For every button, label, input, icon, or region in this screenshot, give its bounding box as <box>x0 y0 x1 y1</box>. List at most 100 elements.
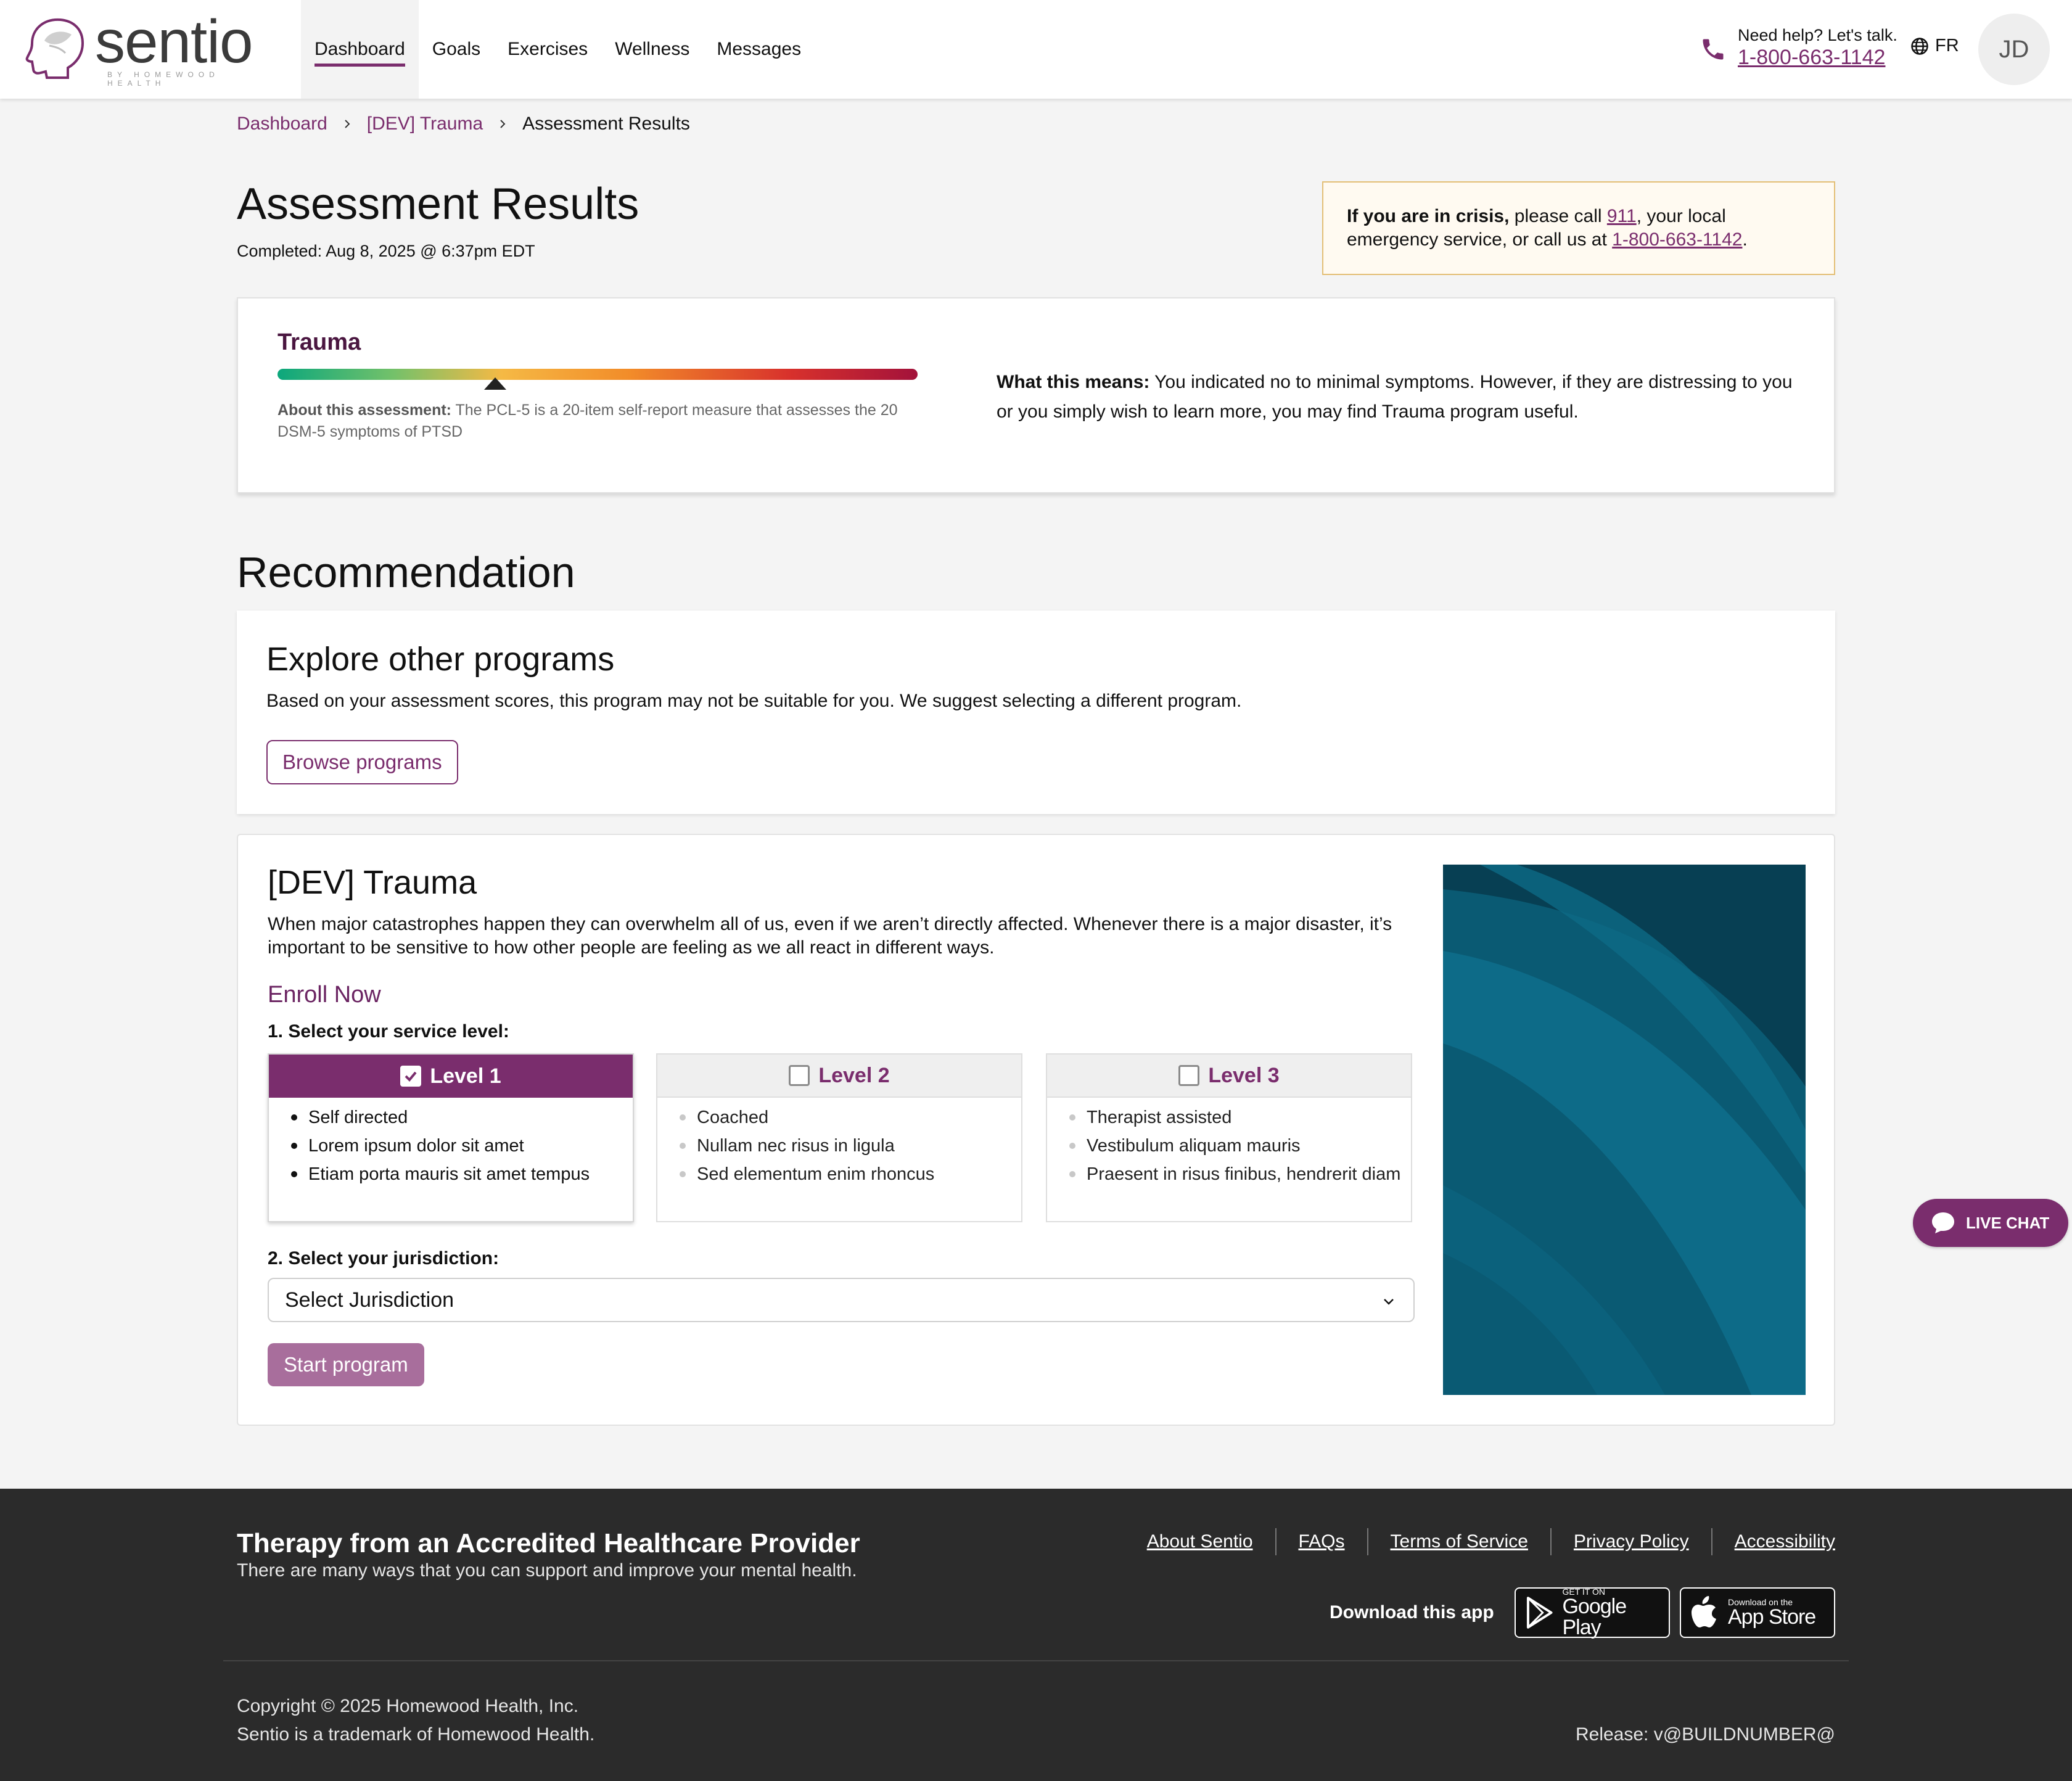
google-play-text: GET IT ON Google Play <box>1562 1587 1669 1638</box>
live-chat-button[interactable]: LIVE CHAT <box>1913 1199 2068 1247</box>
chat-bubble-icon <box>1932 1212 1954 1233</box>
program-card: [DEV] Trauma When major catastrophes hap… <box>237 834 1835 1426</box>
globe-icon <box>1911 37 1928 55</box>
help-phone-link[interactable]: 1-800-663-1142 <box>1738 46 1885 70</box>
help-label: Need help? Let's talk. <box>1738 26 1897 44</box>
footer-divider <box>1275 1528 1276 1555</box>
level-1-header[interactable]: Level 1 <box>269 1055 633 1098</box>
checkbox-checked-icon[interactable] <box>400 1066 422 1087</box>
help-contact: Need help? Let's talk. 1-800-663-1142 <box>1700 25 1903 74</box>
level-2-label: Level 2 <box>818 1063 890 1087</box>
jurisdiction-value: Select Jurisdiction <box>285 1288 454 1312</box>
release-version: Release: v@BUILDNUMBER@ <box>1575 1724 1835 1745</box>
completed-timestamp: Completed: Aug 8, 2025 @ 6:37pm EDT <box>237 242 535 260</box>
footer-title: Therapy from an Accredited Healthcare Pr… <box>237 1528 860 1558</box>
jurisdiction-label: 2. Select your jurisdiction: <box>268 1248 500 1269</box>
user-avatar[interactable]: JD <box>1978 14 2050 85</box>
list-item: Coached <box>680 1106 1021 1129</box>
app-store-big: App Store <box>1728 1605 1816 1629</box>
footer-link-accessibility[interactable]: Accessibility <box>1735 1531 1835 1552</box>
nav-goals-label: Goals <box>432 39 481 59</box>
list-item: Sed elementum enim rhoncus <box>680 1163 1021 1185</box>
google-play-big: Google Play <box>1562 1595 1627 1639</box>
program-description: When major catastrophes happen they can … <box>268 914 1392 958</box>
footer-divider <box>1367 1528 1368 1555</box>
nav-wellness-label: Wellness <box>615 39 690 59</box>
checkbox-unchecked-icon[interactable] <box>789 1065 810 1086</box>
jurisdiction-select[interactable]: Select Jurisdiction <box>268 1278 1415 1322</box>
breadcrumb: Dashboard [DEV] Trauma Assessment Result… <box>237 113 690 134</box>
program-hero-image <box>1443 865 1806 1395</box>
checkmark-icon <box>405 1071 417 1082</box>
explore-title: Explore other programs <box>266 641 615 678</box>
language-label: FR <box>1935 36 1959 56</box>
result-interpretation: What this means: You indicated no to min… <box>997 368 1798 427</box>
means-label: What this means: <box>997 372 1150 392</box>
result-title: Trauma <box>278 329 361 355</box>
level-3-option[interactable]: Level 3 Therapist assisted Vestibulum al… <box>1046 1053 1412 1222</box>
service-level-label: 1. Select your service level: <box>268 1021 509 1042</box>
head-logo-icon <box>25 18 84 79</box>
list-item: Self directed <box>291 1106 633 1129</box>
crisis-911-link[interactable]: 911 <box>1607 206 1637 226</box>
top-navigation-bar: sentio BY HOMEWOOD HEALTH Dashboard Goal… <box>0 0 2072 99</box>
app-store-badge[interactable]: Download on the App Store <box>1680 1587 1835 1638</box>
nav-messages-label: Messages <box>717 39 802 59</box>
footer-divider-line <box>223 1660 1849 1661</box>
level-2-header[interactable]: Level 2 <box>657 1055 1021 1098</box>
live-chat-label: LIVE CHAT <box>1966 1213 2050 1232</box>
level-2-features: Coached Nullam nec risus in ligula Sed e… <box>657 1098 1021 1185</box>
footer-link-privacy[interactable]: Privacy Policy <box>1574 1531 1689 1552</box>
checkbox-unchecked-icon[interactable] <box>1178 1065 1200 1086</box>
nav-wellness[interactable]: Wellness <box>601 0 703 99</box>
list-item: Praesent in risus finibus, hendrerit dia… <box>1069 1163 1411 1185</box>
apple-icon <box>1692 1596 1716 1627</box>
list-item: Lorem ipsum dolor sit amet <box>291 1135 633 1157</box>
app-store-text: Download on the App Store <box>1728 1598 1816 1629</box>
breadcrumb-current: Assessment Results <box>522 113 690 134</box>
logo-tagline: BY HOMEWOOD HEALTH <box>107 70 220 88</box>
assessment-result-card: Trauma About this assessment: The PCL-5 … <box>237 297 1835 493</box>
level-2-option[interactable]: Level 2 Coached Nullam nec risus in ligu… <box>656 1053 1022 1222</box>
score-marker-icon <box>483 377 506 390</box>
about-assessment: About this assessment: The PCL-5 is a 20… <box>278 400 919 443</box>
nav-messages[interactable]: Messages <box>703 0 815 99</box>
browse-programs-button[interactable]: Browse programs <box>266 740 458 784</box>
footer-divider <box>1711 1528 1712 1555</box>
download-app-label: Download this app <box>1330 1602 1494 1623</box>
footer-subtitle: There are many ways that you can support… <box>237 1560 857 1581</box>
copyright-text: Copyright © 2025 Homewood Health, Inc. <box>237 1696 579 1716</box>
google-play-icon <box>1526 1597 1553 1629</box>
list-item: Nullam nec risus in ligula <box>680 1135 1021 1157</box>
footer-links: About Sentio FAQs Terms of Service Priva… <box>1147 1528 1835 1555</box>
google-play-badge[interactable]: GET IT ON Google Play <box>1515 1587 1670 1638</box>
crisis-text-1: please call <box>1509 206 1607 226</box>
crisis-bold: If you are in crisis, <box>1347 206 1510 226</box>
level-3-header[interactable]: Level 3 <box>1047 1055 1411 1098</box>
sentio-logo[interactable]: sentio BY HOMEWOOD HEALTH <box>25 11 278 88</box>
level-1-option[interactable]: Level 1 Self directed Lorem ipsum dolor … <box>268 1053 634 1222</box>
phone-icon <box>1703 39 1724 60</box>
nav-dashboard[interactable]: Dashboard <box>301 0 419 99</box>
site-footer: Therapy from an Accredited Healthcare Pr… <box>0 1489 2072 1781</box>
footer-link-faqs[interactable]: FAQs <box>1299 1531 1345 1552</box>
footer-link-about[interactable]: About Sentio <box>1147 1531 1253 1552</box>
chevron-right-icon <box>345 120 350 128</box>
start-program-button[interactable]: Start program <box>268 1343 424 1386</box>
level-3-label: Level 3 <box>1208 1063 1280 1087</box>
crisis-phone-link[interactable]: 1-800-663-1142 <box>1612 229 1742 250</box>
level-1-label: Level 1 <box>430 1064 501 1088</box>
chevron-down-icon <box>1384 1299 1394 1305</box>
program-title: [DEV] Trauma <box>268 864 477 901</box>
main-nav: Dashboard Goals Exercises Wellness Messa… <box>301 0 815 99</box>
footer-link-terms[interactable]: Terms of Service <box>1391 1531 1528 1552</box>
language-toggle[interactable]: FR <box>1910 36 1959 56</box>
trademark-text: Sentio is a trademark of Homewood Health… <box>237 1724 595 1745</box>
list-item: Therapist assisted <box>1069 1106 1411 1129</box>
nav-exercises[interactable]: Exercises <box>494 0 601 99</box>
nav-goals[interactable]: Goals <box>419 0 494 99</box>
explore-text: Based on your assessment scores, this pr… <box>266 691 1242 711</box>
breadcrumb-dashboard[interactable]: Dashboard <box>237 113 327 134</box>
breadcrumb-program[interactable]: [DEV] Trauma <box>367 113 483 134</box>
service-level-options: Level 1 Self directed Lorem ipsum dolor … <box>268 1053 1415 1222</box>
